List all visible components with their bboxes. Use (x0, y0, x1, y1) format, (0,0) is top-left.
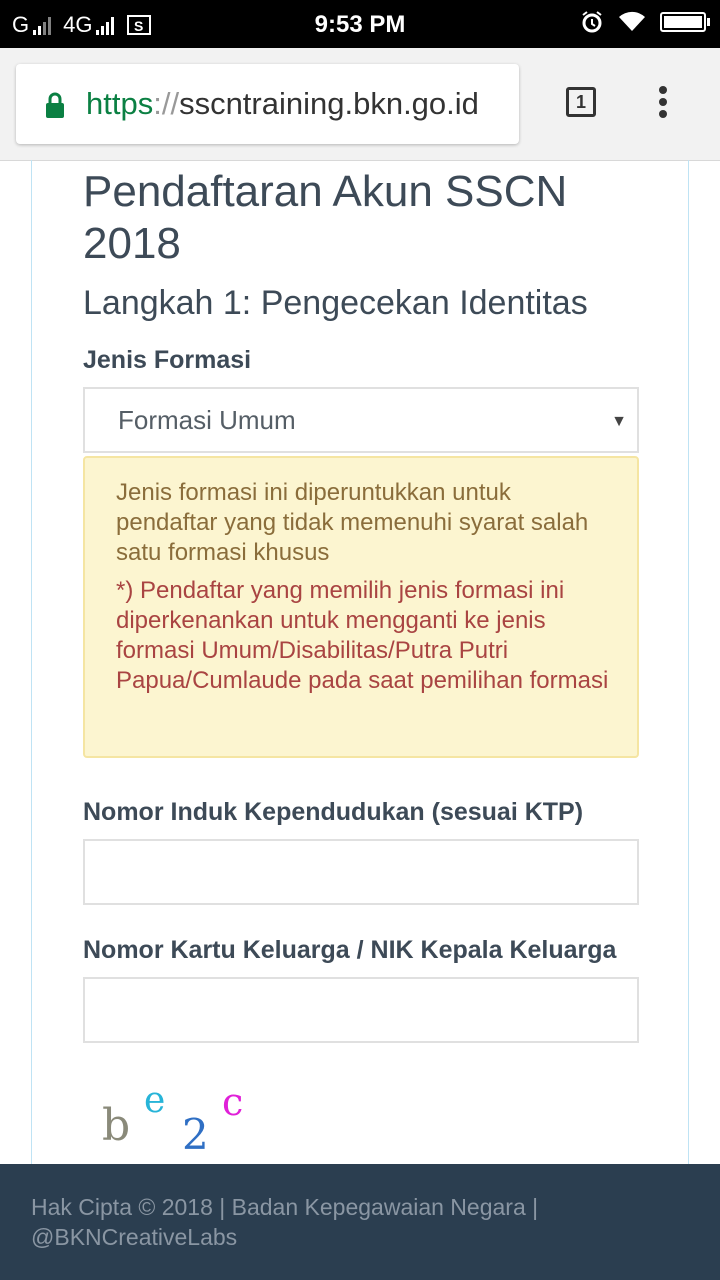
step-title: Langkah 1: Pengecekan Identitas (83, 284, 588, 322)
status-icons (580, 10, 710, 34)
nik-label: Nomor Induk Kependudukan (sesuai KTP) (83, 798, 584, 826)
overflow-menu-icon[interactable] (655, 86, 671, 124)
status-bar: G 4G S 9:53 PM (0, 0, 720, 48)
jenis-formasi-value: Formasi Umum (118, 405, 296, 435)
battery-icon (660, 12, 710, 32)
jenis-formasi-label: Jenis Formasi (83, 346, 252, 374)
captcha-char: c (222, 1080, 244, 1124)
wifi-icon (619, 11, 645, 31)
kk-input[interactable] (83, 977, 639, 1043)
alert-note-text: *) Pendaftar yang memilih jenis formasi … (116, 577, 609, 694)
jenis-formasi-select[interactable]: Formasi Umum ▼ (83, 387, 639, 453)
lock-icon (46, 92, 64, 118)
tab-switcher-button[interactable]: 1 (566, 87, 596, 117)
captcha-char: b (102, 1100, 131, 1151)
page-title: Pendaftaran Akun SSCN 2018 (83, 167, 568, 268)
address-bar[interactable]: https://sscntraining.bkn.go.id (16, 64, 519, 144)
url-text[interactable]: https://sscntraining.bkn.go.id (86, 86, 479, 122)
captcha-image: b e 2 c (98, 1080, 298, 1160)
dropdown-caret-icon: ▼ (611, 413, 627, 430)
copyright-text: Hak Cipta © 2018 | Badan Kepegawaian Neg… (31, 1194, 539, 1250)
captcha-char: 2 (182, 1110, 209, 1159)
url-scheme: https (86, 86, 154, 121)
url-separator: :// (153, 86, 180, 121)
formasi-info-alert: Jenis formasi ini diperuntukkan untuk pe… (83, 456, 639, 758)
alarm-icon (582, 11, 602, 33)
nik-input[interactable] (83, 839, 639, 905)
registration-card: Pendaftaran Akun SSCN 2018 Langkah 1: Pe… (31, 160, 689, 1164)
browser-toolbar: https://sscntraining.bkn.go.id 1 (0, 48, 720, 161)
alert-info-text: Jenis formasi ini diperuntukkan untuk pe… (116, 479, 589, 566)
page-footer: Hak Cipta © 2018 | Badan Kepegawaian Neg… (0, 1164, 720, 1280)
captcha-char: e (144, 1080, 166, 1121)
kk-label: Nomor Kartu Keluarga / NIK Kepala Keluar… (83, 936, 617, 964)
url-host: sscntraining.bkn.go.id (179, 86, 479, 121)
